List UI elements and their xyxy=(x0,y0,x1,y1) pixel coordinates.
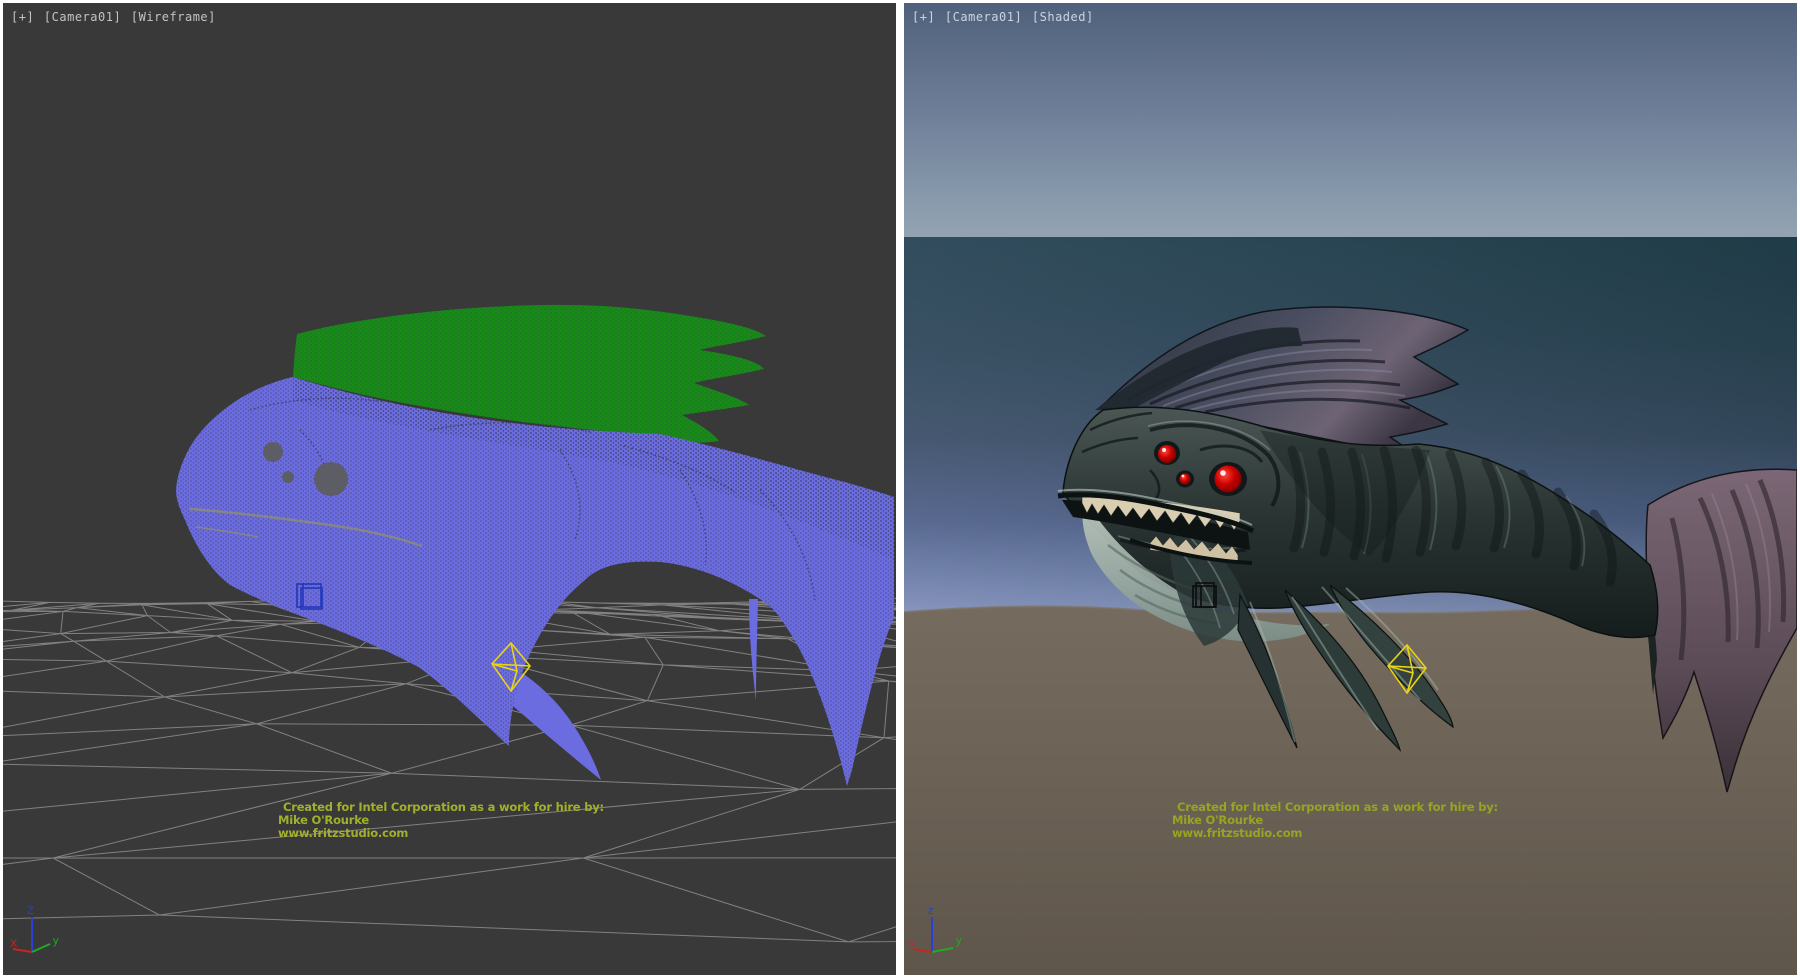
scene-credit-text[interactable]: Created for Intel Corporation as a work … xyxy=(1172,801,1498,840)
camera-menu-button[interactable]: [Camera01] xyxy=(945,10,1022,24)
viewport-label-right: [+] [Camera01] [Shaded] xyxy=(912,10,1096,24)
viewport-wireframe[interactable]: X Z y [+] [Camera01] [Wireframe] Created… xyxy=(3,3,896,975)
axis-y-label: y xyxy=(956,935,962,947)
viewport-shaded[interactable]: x z y [+] [Camera01] [Shaded] Created fo… xyxy=(904,3,1797,975)
fish-eye-large xyxy=(1215,466,1242,493)
fish-eye-small xyxy=(1180,474,1191,485)
axis-z-label: Z xyxy=(27,905,34,917)
application-window: X Z y [+] [Camera01] [Wireframe] Created… xyxy=(0,0,1800,978)
axis-z-label: z xyxy=(928,905,934,917)
viewport-label-left: [+] [Camera01] [Wireframe] xyxy=(11,10,218,24)
viewport-menu-button[interactable]: [+] xyxy=(11,10,34,24)
fish-eye-upper xyxy=(1158,445,1176,463)
axis-x-label: x xyxy=(909,938,915,950)
credit-line-3: www.fritzstudio.com xyxy=(1172,827,1498,840)
axis-gizmo-left: X Z y xyxy=(10,905,59,952)
axis-y-label: y xyxy=(53,935,59,947)
scene-credit-text[interactable]: Created for Intel Corporation as a work … xyxy=(278,801,604,840)
axis-x-label: X xyxy=(10,938,18,950)
camera-menu-button[interactable]: [Camera01] xyxy=(44,10,121,24)
credit-line-3: www.fritzstudio.com xyxy=(278,827,604,840)
shading-menu-button[interactable]: [Shaded] xyxy=(1032,10,1094,24)
fish-body-wireframe[interactable] xyxy=(176,377,894,786)
viewport-menu-button[interactable]: [+] xyxy=(912,10,935,24)
shading-menu-button[interactable]: [Wireframe] xyxy=(131,10,216,24)
